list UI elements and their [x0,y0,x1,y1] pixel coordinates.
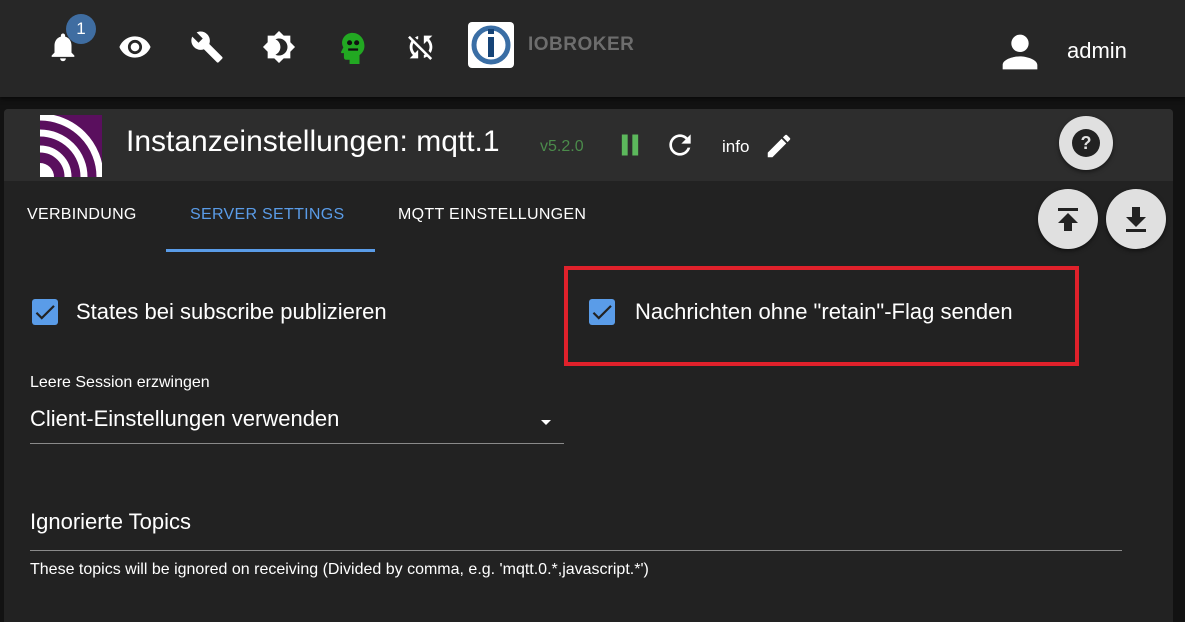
notification-badge: 1 [66,14,96,44]
chevron-down-icon[interactable] [534,410,558,434]
download-button[interactable] [1106,189,1166,249]
mqtt-adapter-logo [40,115,102,177]
pencil-icon[interactable] [764,131,794,161]
clean-session-select[interactable]: Client-Einstellungen verwenden [30,406,339,432]
brightness-icon[interactable] [262,30,296,64]
select-underline [30,443,564,444]
active-tab-indicator [166,249,375,252]
ignored-topics-label: Ignorierte Topics [30,509,192,534]
top-app-bar: 1 IOBROKER admin [0,0,1185,97]
help-icon[interactable]: ? [1059,116,1113,170]
svg-text:?: ? [1081,133,1092,153]
upload-button[interactable] [1038,189,1098,249]
publish-on-subscribe-label: States bei subscribe publizieren [76,299,387,324]
tab-mqtt-einstellungen[interactable]: MQTT EINSTELLUNGEN [398,206,586,224]
send-without-retain-checkbox[interactable] [589,299,615,325]
user-avatar-icon[interactable] [994,26,1046,78]
ignored-topics-input[interactable] [30,550,1122,551]
tab-verbindung[interactable]: VERBINDUNG [27,206,137,224]
iobroker-logo[interactable] [468,22,514,68]
publish-on-subscribe-checkbox[interactable] [32,299,58,325]
panel-header: Instanzeinstellungen: mqtt.1 v5.2.0 info… [4,109,1173,181]
head-icon[interactable] [334,30,368,64]
sync-off-icon[interactable] [404,30,438,64]
reload-icon[interactable] [664,129,696,161]
tab-server-settings[interactable]: SERVER SETTINGS [190,206,344,224]
page-title: Instanzeinstellungen: mqtt.1 [126,125,500,158]
pause-icon[interactable] [616,131,644,159]
version-label: v5.2.0 [540,138,584,155]
wrench-icon[interactable] [190,30,224,64]
ignored-topics-helper: These topics will be ignored on receivin… [30,561,649,578]
brand-name: IOBROKER [528,34,635,55]
eye-icon[interactable] [118,30,152,64]
send-without-retain-label: Nachrichten ohne "retain"-Flag senden [635,299,1013,324]
instance-settings-panel: Instanzeinstellungen: mqtt.1 v5.2.0 info… [4,109,1173,622]
clean-session-label: Leere Session erzwingen [30,374,210,391]
user-name[interactable]: admin [1067,38,1127,64]
info-label: info [722,137,750,156]
